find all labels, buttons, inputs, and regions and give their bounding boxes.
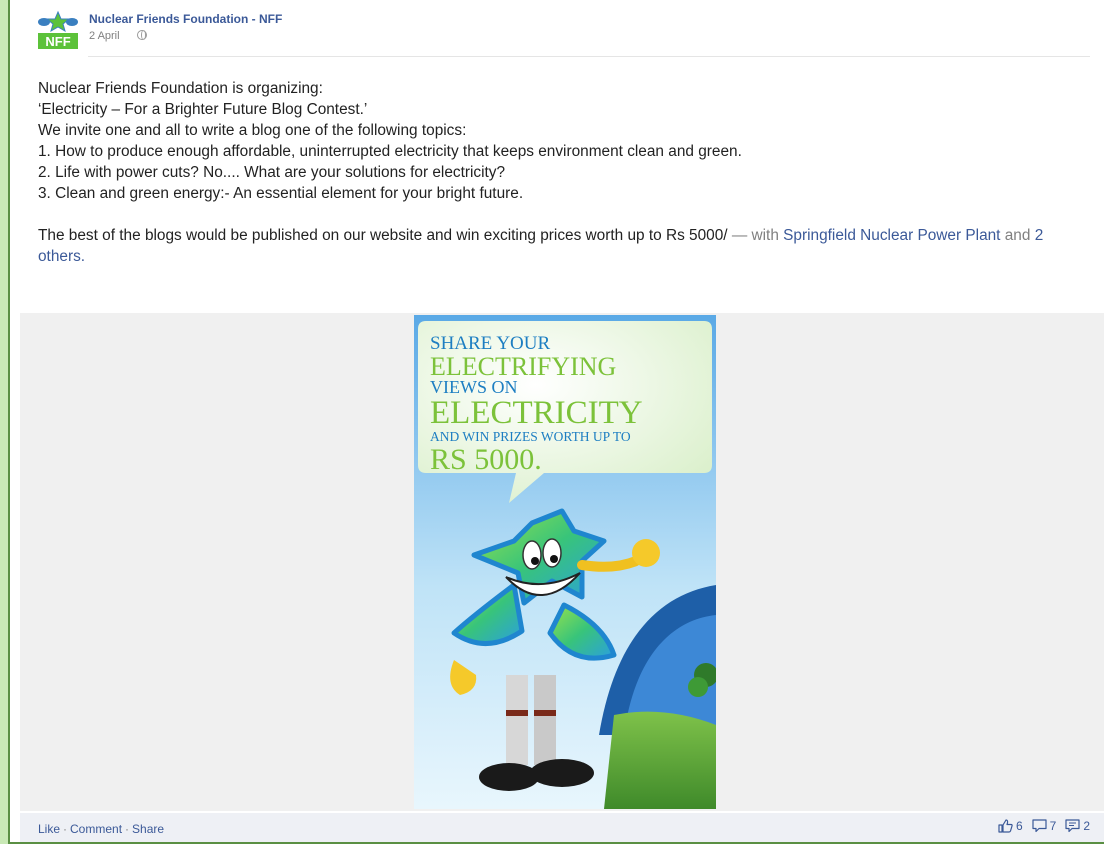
globe-icon [137,30,147,40]
closing-paragraph: The best of the blogs would be published… [38,225,1078,267]
message-line: 1. How to produce enough affordable, uni… [38,143,742,160]
comment-link[interactable]: Comment [70,822,122,836]
message-line: 3. Clean and green energy:- An essential… [38,185,524,202]
separator: · [125,822,130,836]
contest-poster-image[interactable]: SHARE YOUR ELECTRIFYING VIEWS ON ELECTRI… [414,315,716,809]
share-icon [1065,819,1080,833]
post-footer: Like · Comment · Share 6 7 2 [20,813,1104,842]
share-link[interactable]: Share [132,822,164,836]
photo-area[interactable]: SHARE YOUR ELECTRIFYING VIEWS ON ELECTRI… [20,313,1104,811]
poster-line-6: RS 5000. [430,443,542,476]
message-line: ‘Electricity – For a Brighter Future Blo… [38,101,368,118]
page-name-link[interactable]: Nuclear Friends Foundation - NFF [89,12,282,26]
likes-count-button[interactable]: 6 [998,819,1023,833]
message-line: We invite one and all to write a blog on… [38,122,467,139]
closing-text: The best of the blogs would be published… [38,227,728,244]
and-text: and [1000,227,1035,244]
thumbs-up-icon [998,819,1013,833]
post-message: Nuclear Friends Foundation is organizing… [38,78,1098,267]
nff-logo[interactable]: NFF [36,10,80,50]
like-link[interactable]: Like [38,822,60,836]
post-header: NFF Nuclear Friends Foundation - NFF 2 A… [36,10,1096,58]
poster-line-5: AND WIN PRIZES WORTH UP TO [430,429,631,444]
poster-line-3: VIEWS ON [430,377,518,397]
post-date[interactable]: 2 April [89,30,120,42]
message-line: Nuclear Friends Foundation is organizing… [38,80,323,97]
comments-count: 7 [1049,819,1057,833]
likes-count: 6 [1015,819,1023,833]
header-divider [88,56,1090,57]
shares-count-button[interactable]: 2 [1065,819,1090,833]
logo-text: NFF [45,34,70,49]
poster-line-4: ELECTRICITY [430,395,643,431]
separator: · [63,822,68,836]
with-text: — with [727,227,784,244]
message-line: 2. Life with power cuts? No.... What are… [38,164,506,181]
comments-count-button[interactable]: 7 [1032,819,1057,833]
engagement-counts: 6 7 2 [998,819,1090,833]
comment-bubble-icon [1032,819,1047,833]
tag-link-springfield[interactable]: Springfield Nuclear Power Plant [783,227,1000,244]
post-actions: Like · Comment · Share [38,822,164,836]
poster-line-1: SHARE YOUR [430,333,550,354]
shares-count: 2 [1083,819,1090,833]
